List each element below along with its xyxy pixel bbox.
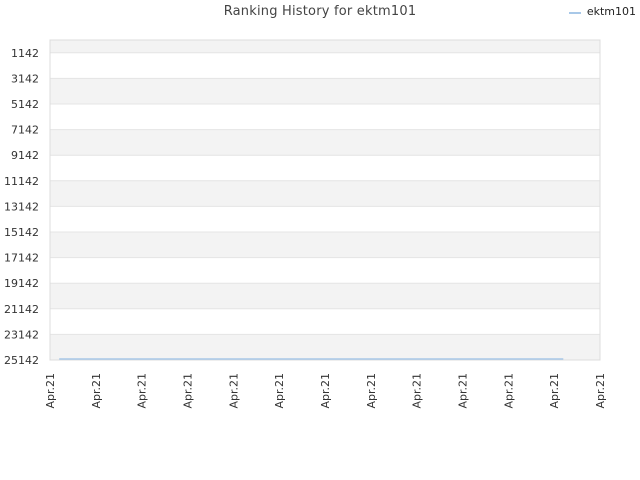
y-tick-label: 11142 <box>4 175 39 188</box>
x-tick-label: Apr.21 <box>136 373 149 409</box>
plot-band <box>50 129 600 156</box>
plot-band <box>50 155 600 181</box>
x-tick-label: Apr.21 <box>227 373 240 409</box>
y-tick-label: 3142 <box>11 72 39 85</box>
x-tick-label: Apr.21 <box>182 373 195 409</box>
y-tick-label: 25142 <box>4 354 39 367</box>
plot-band <box>50 104 600 130</box>
plot-band <box>50 283 600 309</box>
x-tick-label: Apr.21 <box>273 373 286 409</box>
x-tick-label: Apr.21 <box>548 373 561 409</box>
x-tick-label: Apr.21 <box>90 373 103 409</box>
y-tick-label: 13142 <box>4 200 39 213</box>
x-tick-label: Apr.21 <box>502 373 515 409</box>
plot-band <box>50 52 600 79</box>
plot-band <box>50 308 600 335</box>
y-tick-label: 23142 <box>4 328 39 341</box>
x-tick-label: Apr.21 <box>457 373 470 409</box>
y-tick-label: 21142 <box>4 303 39 316</box>
plot-band <box>50 78 600 104</box>
plot-band <box>50 40 600 53</box>
x-tick-label: Apr.21 <box>594 373 607 409</box>
x-tick-label: Apr.21 <box>365 373 378 409</box>
plot-band <box>50 232 600 258</box>
y-tick-label: 1142 <box>11 47 39 60</box>
y-tick-label: 5142 <box>11 98 39 111</box>
ranking-chart: 1142 3142 5142 7142 9142 11142 13142 15142 17142… <box>4 39 607 409</box>
y-tick-label: 17142 <box>4 252 39 265</box>
y-tick-label: 9142 <box>11 149 39 162</box>
plot-band <box>50 180 600 207</box>
y-tick-label: 15142 <box>4 226 39 239</box>
x-tick-label: Apr.21 <box>319 373 332 409</box>
plot-band <box>50 334 600 360</box>
x-tick-label: Apr.21 <box>44 373 57 409</box>
y-tick-label: 7142 <box>11 124 39 137</box>
y-tick-label: 19142 <box>4 277 39 290</box>
x-tick-label: Apr.21 <box>411 373 424 409</box>
plot-band <box>50 257 600 284</box>
plot-band <box>50 206 600 232</box>
